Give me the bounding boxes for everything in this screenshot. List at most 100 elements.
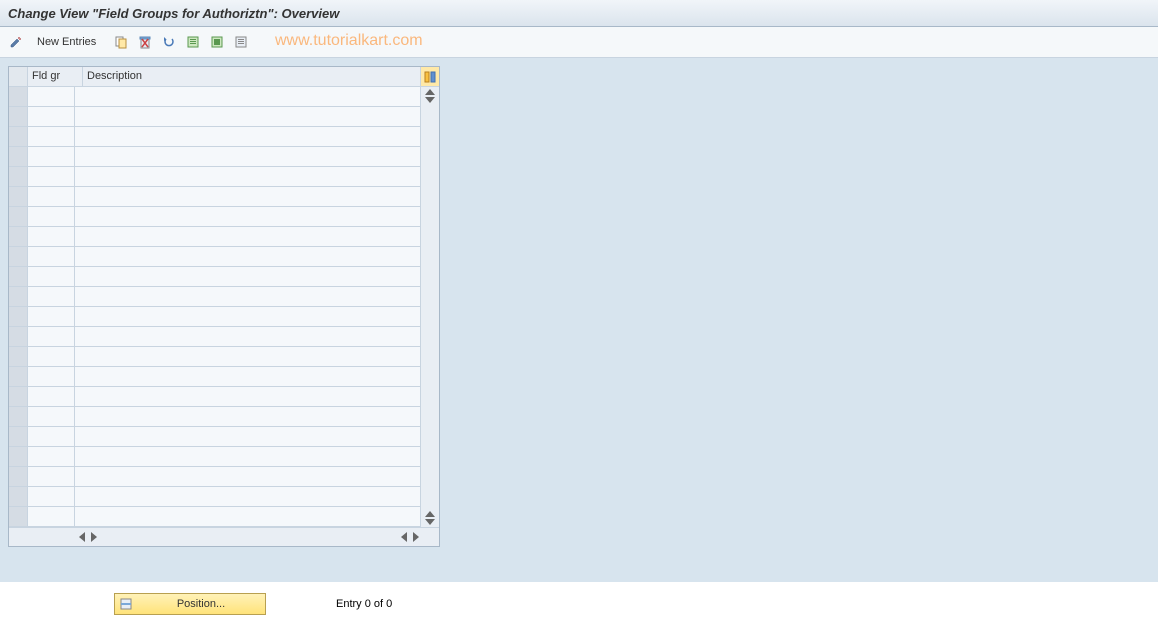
row-selector[interactable]: [9, 367, 28, 387]
table-row: [9, 147, 421, 167]
cell-fldgr[interactable]: [28, 187, 75, 207]
delete-icon[interactable]: [135, 32, 155, 52]
row-selector[interactable]: [9, 387, 28, 407]
scroll-down-step-icon[interactable]: [425, 511, 435, 517]
row-selector[interactable]: [9, 447, 28, 467]
cell-description[interactable]: [75, 427, 421, 447]
row-selector[interactable]: [9, 507, 28, 527]
deselect-all-icon[interactable]: [231, 32, 251, 52]
cell-description[interactable]: [75, 387, 421, 407]
table-select-all[interactable]: [9, 67, 28, 87]
position-button[interactable]: Position...: [114, 593, 266, 615]
cell-description[interactable]: [75, 327, 421, 347]
cell-description[interactable]: [75, 87, 421, 107]
cell-fldgr[interactable]: [28, 287, 75, 307]
row-selector[interactable]: [9, 287, 28, 307]
scroll-right-step-icon[interactable]: [401, 532, 407, 542]
cell-fldgr[interactable]: [28, 147, 75, 167]
column-header-fldgr[interactable]: Fld gr: [28, 67, 83, 87]
scroll-down-icon[interactable]: [425, 519, 435, 525]
row-selector[interactable]: [9, 467, 28, 487]
column-header-description[interactable]: Description: [83, 67, 421, 87]
cell-fldgr[interactable]: [28, 227, 75, 247]
select-block-icon[interactable]: [207, 32, 227, 52]
content-area: Fld gr Description: [0, 58, 1158, 614]
table-row: [9, 387, 421, 407]
table-row: [9, 267, 421, 287]
horizontal-scrollbar[interactable]: [9, 527, 439, 546]
cell-fldgr[interactable]: [28, 207, 75, 227]
cell-fldgr[interactable]: [28, 167, 75, 187]
new-entries-button[interactable]: New Entries: [30, 33, 103, 51]
row-selector[interactable]: [9, 247, 28, 267]
cell-description[interactable]: [75, 287, 421, 307]
row-selector[interactable]: [9, 267, 28, 287]
cell-description[interactable]: [75, 447, 421, 467]
page-title: Change View "Field Groups for Authoriztn…: [8, 6, 339, 21]
row-selector[interactable]: [9, 127, 28, 147]
table-settings-icon[interactable]: [421, 67, 439, 87]
row-selector[interactable]: [9, 87, 28, 107]
table-row: [9, 87, 421, 107]
cell-fldgr[interactable]: [28, 487, 75, 507]
row-selector[interactable]: [9, 307, 28, 327]
cell-fldgr[interactable]: [28, 507, 75, 527]
cell-description[interactable]: [75, 147, 421, 167]
row-selector[interactable]: [9, 327, 28, 347]
cell-fldgr[interactable]: [28, 467, 75, 487]
cell-description[interactable]: [75, 487, 421, 507]
row-selector[interactable]: [9, 407, 28, 427]
cell-description[interactable]: [75, 207, 421, 227]
cell-fldgr[interactable]: [28, 87, 75, 107]
copy-icon[interactable]: [111, 32, 131, 52]
row-selector[interactable]: [9, 227, 28, 247]
scroll-up-icon[interactable]: [425, 89, 435, 95]
cell-description[interactable]: [75, 507, 421, 527]
undo-icon[interactable]: [159, 32, 179, 52]
cell-description[interactable]: [75, 267, 421, 287]
cell-description[interactable]: [75, 407, 421, 427]
cell-fldgr[interactable]: [28, 127, 75, 147]
scroll-right-icon[interactable]: [413, 532, 419, 542]
row-selector[interactable]: [9, 207, 28, 227]
scroll-left-step-icon[interactable]: [91, 532, 97, 542]
toggle-change-icon[interactable]: [6, 32, 26, 52]
cell-description[interactable]: [75, 307, 421, 327]
cell-description[interactable]: [75, 347, 421, 367]
cell-fldgr[interactable]: [28, 267, 75, 287]
cell-fldgr[interactable]: [28, 107, 75, 127]
cell-fldgr[interactable]: [28, 367, 75, 387]
row-selector[interactable]: [9, 187, 28, 207]
cell-fldgr[interactable]: [28, 307, 75, 327]
cell-fldgr[interactable]: [28, 447, 75, 467]
select-all-icon[interactable]: [183, 32, 203, 52]
row-selector[interactable]: [9, 427, 28, 447]
cell-fldgr[interactable]: [28, 387, 75, 407]
cell-description[interactable]: [75, 187, 421, 207]
cell-description[interactable]: [75, 127, 421, 147]
cell-description[interactable]: [75, 107, 421, 127]
row-selector[interactable]: [9, 167, 28, 187]
cell-fldgr[interactable]: [28, 407, 75, 427]
cell-fldgr[interactable]: [28, 247, 75, 267]
row-selector[interactable]: [9, 347, 28, 367]
row-selector[interactable]: [9, 487, 28, 507]
cell-fldgr[interactable]: [28, 347, 75, 367]
vertical-scrollbar[interactable]: [421, 87, 439, 527]
table-row: [9, 507, 421, 527]
cell-description[interactable]: [75, 367, 421, 387]
scroll-left-icon[interactable]: [79, 532, 85, 542]
cell-fldgr[interactable]: [28, 327, 75, 347]
table-row: [9, 167, 421, 187]
cell-description[interactable]: [75, 227, 421, 247]
table-row: [9, 367, 421, 387]
row-selector[interactable]: [9, 107, 28, 127]
cell-description[interactable]: [75, 467, 421, 487]
scroll-up-step-icon[interactable]: [425, 97, 435, 103]
row-selector[interactable]: [9, 147, 28, 167]
position-icon: [117, 595, 135, 613]
cell-fldgr[interactable]: [28, 427, 75, 447]
table-row: [9, 427, 421, 447]
cell-description[interactable]: [75, 247, 421, 267]
cell-description[interactable]: [75, 167, 421, 187]
